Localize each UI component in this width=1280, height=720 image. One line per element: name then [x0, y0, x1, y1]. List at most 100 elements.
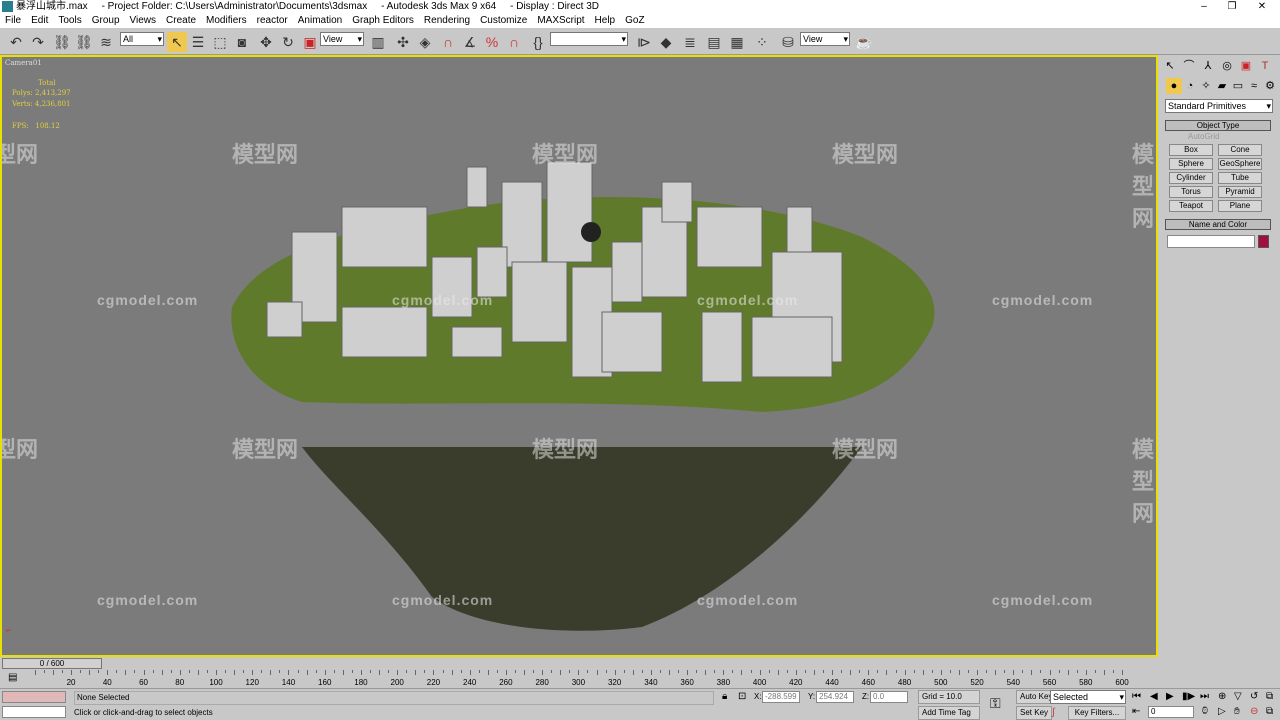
manipulate-icon[interactable]: ✣	[393, 32, 413, 52]
render-scene-icon[interactable]: ⛁	[778, 32, 798, 52]
menu-rendering[interactable]: Rendering	[419, 14, 475, 28]
tube-button[interactable]: Tube	[1218, 172, 1262, 184]
percent-snap-icon[interactable]: %	[482, 32, 502, 52]
material-editor-icon[interactable]: ⁘	[752, 32, 772, 52]
maximize-viewport-icon[interactable]: ⧉	[1266, 691, 1273, 703]
camera-viewport[interactable]: Camera01 Total Polys: 2,413,297 Verts: 4…	[0, 55, 1158, 657]
x-coordinate-field[interactable]: -288.599	[762, 691, 800, 703]
spacewarps-icon[interactable]: ≈	[1246, 78, 1262, 94]
plane-button[interactable]: Plane	[1218, 200, 1262, 212]
edit-named-selection-icon[interactable]: {}	[528, 32, 548, 52]
add-time-tag-button[interactable]: Add Time Tag	[918, 706, 980, 720]
z-coordinate-field[interactable]: 0.0	[870, 691, 908, 703]
cameras-icon[interactable]: ▰	[1214, 78, 1230, 94]
menu-file[interactable]: File	[0, 14, 26, 28]
spinner-snap-icon[interactable]: ∩	[504, 32, 524, 52]
time-slider[interactable]: 0 / 600	[0, 657, 1158, 670]
curve-editor-icon[interactable]: ▤	[704, 32, 724, 52]
geometry-icon[interactable]: ●	[1166, 78, 1182, 94]
key-icon[interactable]: ⚿	[990, 696, 1001, 710]
menu-animation[interactable]: Animation	[293, 14, 347, 28]
menu-tools[interactable]: Tools	[53, 14, 86, 28]
object-name-input[interactable]	[1167, 235, 1255, 248]
close-button[interactable]: ✕	[1248, 0, 1276, 14]
minimize-button[interactable]: –	[1190, 0, 1218, 14]
teapot-button[interactable]: Teapot	[1169, 200, 1213, 212]
menu-modifiers[interactable]: Modifiers	[201, 14, 252, 28]
min-max-toggle-icon[interactable]: ⧉	[1266, 706, 1273, 718]
menu-create[interactable]: Create	[161, 14, 201, 28]
snap-toggle-icon[interactable]: ∩	[438, 32, 458, 52]
object-type-rollout[interactable]: Object Type	[1165, 120, 1271, 131]
angle-snap-icon[interactable]: ∡	[460, 32, 480, 52]
helpers-icon[interactable]: ▭	[1230, 78, 1246, 94]
utilities-tab-icon[interactable]: T	[1257, 58, 1273, 74]
align-icon[interactable]: ◆	[656, 32, 676, 52]
shapes-icon[interactable]: ◔	[1182, 78, 1198, 94]
menu-maxscript[interactable]: MAXScript	[532, 14, 589, 28]
box-button[interactable]: Box	[1169, 144, 1213, 156]
hierarchy-tab-icon[interactable]: ⅄	[1200, 58, 1216, 74]
layer-manager-icon[interactable]: ≣	[680, 32, 700, 52]
track-bar[interactable]: ▤ 20 40 60 80 100 120 140 160 180 200 220 240 260 280…	[0, 670, 1158, 688]
set-key-button[interactable]: Set Key	[1016, 706, 1053, 720]
play-icon[interactable]: ▶	[1166, 691, 1174, 703]
field-of-view-icon[interactable]: ▷	[1218, 706, 1226, 718]
sphere-button[interactable]: Sphere	[1169, 158, 1213, 170]
previous-frame-icon[interactable]: ◀	[1150, 691, 1158, 703]
bind-spacewarp-icon[interactable]: ≋	[96, 32, 116, 52]
unlink-icon[interactable]: ⛓	[74, 32, 94, 52]
category-dropdown[interactable]: Standard Primitives	[1165, 99, 1273, 113]
go-to-start-icon[interactable]: ⏮	[1132, 691, 1141, 703]
display-tab-icon[interactable]: ▣	[1238, 58, 1254, 74]
rotate-icon[interactable]: ↻	[278, 32, 298, 52]
menu-goz[interactable]: GoZ	[620, 14, 649, 28]
key-filters-button[interactable]: Key Filters...	[1068, 706, 1126, 720]
undo-icon[interactable]: ↶	[6, 32, 26, 52]
name-and-color-rollout[interactable]: Name and Color	[1165, 219, 1271, 230]
zoom-icon[interactable]: ⊕	[1218, 691, 1226, 703]
mirror-icon[interactable]: ⧐	[634, 32, 654, 52]
y-coordinate-field[interactable]: 254.924	[816, 691, 854, 703]
time-configuration-icon[interactable]: ⌚︎	[1200, 706, 1210, 718]
menu-customize[interactable]: Customize	[475, 14, 532, 28]
move-icon[interactable]: ✥	[256, 32, 276, 52]
trackbar-menu-icon[interactable]: ▤	[8, 672, 17, 684]
restore-button[interactable]: ❐	[1218, 0, 1246, 14]
modify-tab-icon[interactable]: ⌒	[1181, 58, 1197, 74]
window-crossing-icon[interactable]: ◙	[232, 32, 252, 52]
menu-reactor[interactable]: reactor	[252, 14, 293, 28]
viewport-label[interactable]: Camera01	[5, 59, 42, 67]
zoom-all-icon[interactable]: ▽	[1234, 691, 1242, 703]
next-frame-icon[interactable]: ▮▶	[1182, 691, 1195, 703]
ref-coord-dropdown[interactable]: View	[320, 32, 364, 46]
rect-selection-icon[interactable]: ⬚	[210, 32, 230, 52]
object-color-swatch[interactable]	[1258, 235, 1269, 248]
lock-icon[interactable]: 🔒︎	[722, 691, 727, 703]
menu-group[interactable]: Group	[87, 14, 125, 28]
schematic-view-icon[interactable]: ▦	[727, 32, 747, 52]
pan-icon[interactable]: ✋︎	[1234, 706, 1240, 718]
default-tangent-icon[interactable]: ∫	[1052, 707, 1055, 719]
time-slider-thumb[interactable]: 0 / 600	[2, 658, 102, 669]
select-by-name-icon[interactable]: ☰	[188, 32, 208, 52]
maxscript-input[interactable]	[2, 706, 66, 718]
selection-filter-dropdown[interactable]: All	[120, 32, 164, 46]
select-link-icon[interactable]: ⛓	[52, 32, 72, 52]
current-frame-field[interactable]: 0	[1148, 706, 1194, 718]
absolute-mode-icon[interactable]: ⊡	[738, 691, 746, 703]
menu-graph-editors[interactable]: Graph Editors	[347, 14, 419, 28]
select-object-icon[interactable]: ↖	[167, 32, 187, 52]
scale-icon[interactable]: ▣	[300, 32, 320, 52]
create-tab-icon[interactable]: ↖	[1162, 58, 1178, 74]
torus-button[interactable]: Torus	[1169, 186, 1213, 198]
lights-icon[interactable]: ✧	[1198, 78, 1214, 94]
menu-help[interactable]: Help	[590, 14, 621, 28]
pivot-center-icon[interactable]: ▥	[368, 32, 388, 52]
arc-rotate-icon[interactable]: ↺	[1250, 691, 1258, 703]
cylinder-button[interactable]: Cylinder	[1169, 172, 1213, 184]
orbit-icon[interactable]: ⊖	[1250, 706, 1258, 718]
cone-button[interactable]: Cone	[1218, 144, 1262, 156]
key-mode-toggle-icon[interactable]: ⇤	[1132, 706, 1140, 718]
key-mode-dropdown[interactable]: Selected	[1050, 690, 1126, 704]
